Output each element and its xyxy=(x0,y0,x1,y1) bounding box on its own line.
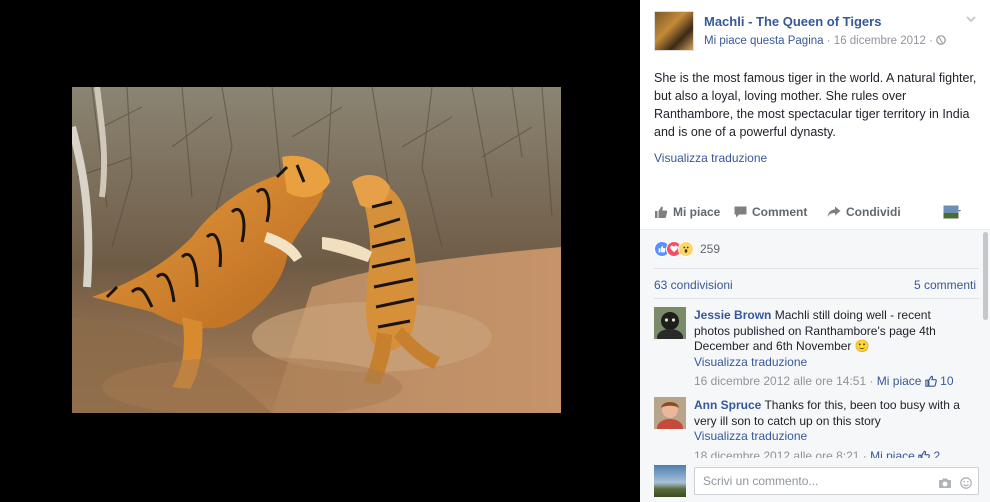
post-date[interactable]: 16 dicembre 2012 xyxy=(834,35,926,47)
thumbs-up-icon xyxy=(654,205,668,219)
comment-label: Comment xyxy=(752,205,808,219)
reactions-count[interactable]: 259 xyxy=(700,242,720,256)
comment-timestamp[interactable]: 16 dicembre 2012 alle ore 14:51 xyxy=(694,374,866,388)
comment-composer: Scrivi un commento... xyxy=(654,464,979,497)
commenter-avatar[interactable] xyxy=(654,397,686,437)
emoji-icon[interactable] xyxy=(960,477,972,492)
comment-meta: 16 dicembre 2012 alle ore 14:51 · Mi pia… xyxy=(694,374,954,388)
post-panel: Machli - The Queen of Tigers Mi piace qu… xyxy=(640,0,990,502)
divider xyxy=(654,298,979,299)
share-icon xyxy=(827,206,841,218)
tiger-photo[interactable] xyxy=(72,87,561,413)
comment-body: Ann Spruce Thanks for this, been too bus… xyxy=(694,398,970,458)
comment-like-count[interactable]: 2 xyxy=(934,449,941,459)
comment-icon xyxy=(734,206,747,218)
globe-icon xyxy=(936,35,946,47)
wow-reaction-icon xyxy=(678,241,694,257)
page-avatar[interactable] xyxy=(654,11,694,51)
comment-meta: 18 dicembre 2012 alle ore 8:21 · Mi piac… xyxy=(694,449,970,459)
comments-scrollbar[interactable] xyxy=(983,232,988,320)
commenter-avatar[interactable] xyxy=(654,307,686,345)
see-translation-link[interactable]: Visualizza traduzione xyxy=(694,355,970,371)
thumbs-up-icon xyxy=(918,449,930,458)
comment-like-button[interactable]: Mi piace xyxy=(870,449,915,459)
comment-like-count[interactable]: 10 xyxy=(940,374,953,388)
meta-separator-2: · xyxy=(925,35,937,47)
post-header: Machli - The Queen of Tigers Mi piace qu… xyxy=(654,11,979,53)
chevron-down-icon[interactable] xyxy=(965,13,979,27)
comments-count-link[interactable]: 5 commenti xyxy=(914,278,976,292)
share-button[interactable]: Condividi xyxy=(827,205,901,219)
composer-icons xyxy=(938,477,972,492)
see-translation-link[interactable]: Visualizza traduzione xyxy=(654,151,767,165)
comment-button[interactable]: Comment xyxy=(734,205,807,219)
tiger-photo-image xyxy=(72,87,561,413)
like-button[interactable]: Mi piace xyxy=(654,205,720,219)
comment-input-placeholder: Scrivi un commento... xyxy=(703,474,819,488)
shares-count-link[interactable]: 63 condivisioni xyxy=(654,278,733,292)
post-meta: Mi piace questa Pagina · 16 dicembre 201… xyxy=(704,35,946,47)
see-translation-link[interactable]: Visualizza traduzione xyxy=(694,429,970,445)
meta-separator: · xyxy=(823,35,834,47)
smile-emoji: 🙂 xyxy=(854,339,870,353)
camera-icon[interactable] xyxy=(938,477,952,492)
viewer-avatar xyxy=(654,465,686,497)
comment-author[interactable]: Jessie Brown xyxy=(694,308,771,322)
like-page-link[interactable]: Mi piace questa Pagina xyxy=(704,35,824,47)
post-text: She is the most famous tiger in the worl… xyxy=(654,71,977,139)
post-actions: Mi piace Comment Condividi xyxy=(654,205,979,225)
comments-list: Jessie Brown Machli still doing well - r… xyxy=(640,300,990,458)
thumbs-up-icon xyxy=(925,374,937,388)
audience-selector-icon xyxy=(943,205,961,219)
reactions-summary[interactable]: 259 xyxy=(654,240,720,258)
like-label: Mi piace xyxy=(673,205,721,219)
photo-viewer-stage xyxy=(0,0,640,502)
page-name-link[interactable]: Machli - The Queen of Tigers xyxy=(704,14,881,29)
comment-timestamp[interactable]: 18 dicembre 2012 alle ore 8:21 xyxy=(694,449,859,459)
audience-selector[interactable] xyxy=(943,205,961,219)
comment-author[interactable]: Ann Spruce xyxy=(694,398,761,412)
comment-input[interactable]: Scrivi un commento... xyxy=(694,467,979,495)
share-label: Condividi xyxy=(846,205,901,219)
divider xyxy=(654,268,979,269)
comment-like-button[interactable]: Mi piace xyxy=(877,374,922,388)
comment-body: Jessie Brown Machli still doing well - r… xyxy=(694,308,970,390)
